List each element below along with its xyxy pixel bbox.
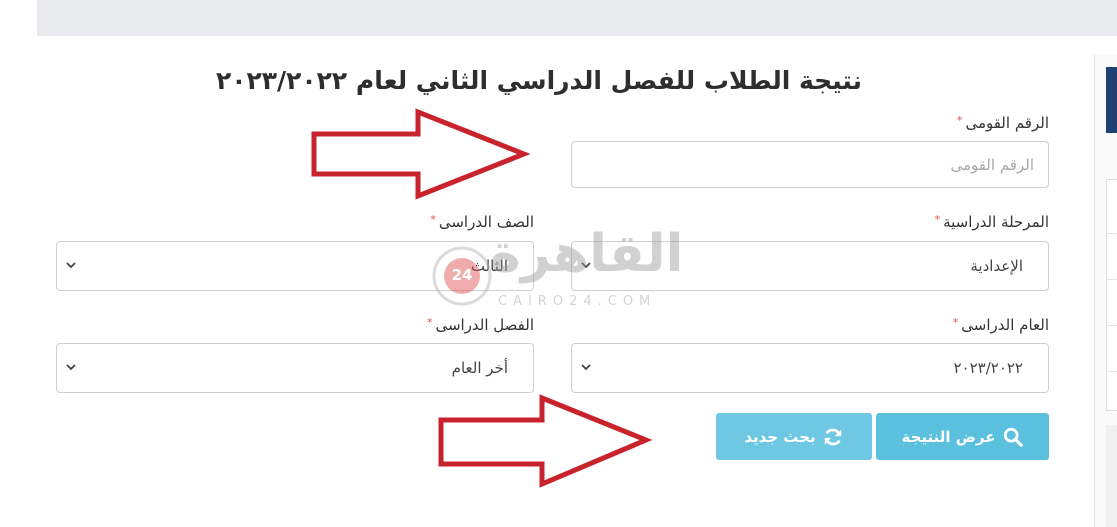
- stage-select-value: الإعدادية: [970, 257, 1023, 275]
- year-select[interactable]: ٢٠٢٣/٢٠٢٢: [571, 343, 1049, 393]
- required-mark: *: [934, 213, 941, 226]
- stage-label-text: المرحلة الدراسية: [943, 213, 1049, 231]
- show-result-label: عرض النتيجة: [901, 427, 996, 446]
- show-result-button[interactable]: عرض النتيجة: [876, 413, 1049, 460]
- term-select-value: أخر العام: [451, 359, 508, 377]
- stage-label: المرحلة الدراسية*: [935, 213, 1049, 231]
- chevron-down-icon: [581, 364, 591, 371]
- required-mark: *: [956, 114, 963, 127]
- national-id-input[interactable]: [571, 141, 1049, 188]
- watermark-latin-text: CAIRO24.COM: [498, 294, 657, 309]
- side-panel-card: [1106, 425, 1117, 527]
- term-label-text: الفصل الدراسى: [435, 316, 534, 334]
- watermark-arabic-text: القاهرة: [490, 224, 684, 284]
- required-mark: *: [430, 213, 436, 226]
- new-search-button[interactable]: بحث جديد: [716, 413, 872, 460]
- year-label: العام الدراسى*: [953, 316, 1049, 334]
- watermark-badge-text: 24: [451, 266, 473, 284]
- side-panel-header: [1106, 67, 1117, 133]
- chevron-down-icon: [66, 262, 76, 269]
- term-label: الفصل الدراسى*: [427, 316, 534, 334]
- side-panel-divider: [1107, 325, 1117, 326]
- national-id-label: الرقم القومى*: [957, 114, 1049, 132]
- cairo24-watermark: 24 القاهرة CAIRO24.COM: [428, 224, 693, 318]
- refresh-icon: [824, 428, 841, 445]
- year-select-value: ٢٠٢٣/٢٠٢٢: [953, 359, 1023, 377]
- term-select[interactable]: أخر العام: [56, 343, 534, 393]
- side-panel-divider: [1107, 233, 1117, 234]
- page-title: نتيجة الطلاب للفصل الدراسي الثاني لعام ٢…: [215, 66, 862, 95]
- year-label-text: العام الدراسى: [961, 316, 1049, 334]
- red-arrow-annotation: [311, 108, 530, 200]
- right-side-panel: [1094, 55, 1117, 527]
- top-bar: [37, 0, 1117, 36]
- side-panel-card: [1106, 179, 1117, 411]
- red-arrow-annotation: [438, 394, 652, 488]
- required-mark: *: [952, 316, 959, 329]
- side-panel-divider: [1107, 371, 1117, 372]
- search-icon: [1003, 427, 1023, 447]
- side-panel-divider: [1107, 279, 1117, 280]
- national-id-label-text: الرقم القومى: [965, 114, 1049, 132]
- chevron-down-icon: [66, 364, 76, 371]
- new-search-label: بحث جديد: [744, 427, 816, 446]
